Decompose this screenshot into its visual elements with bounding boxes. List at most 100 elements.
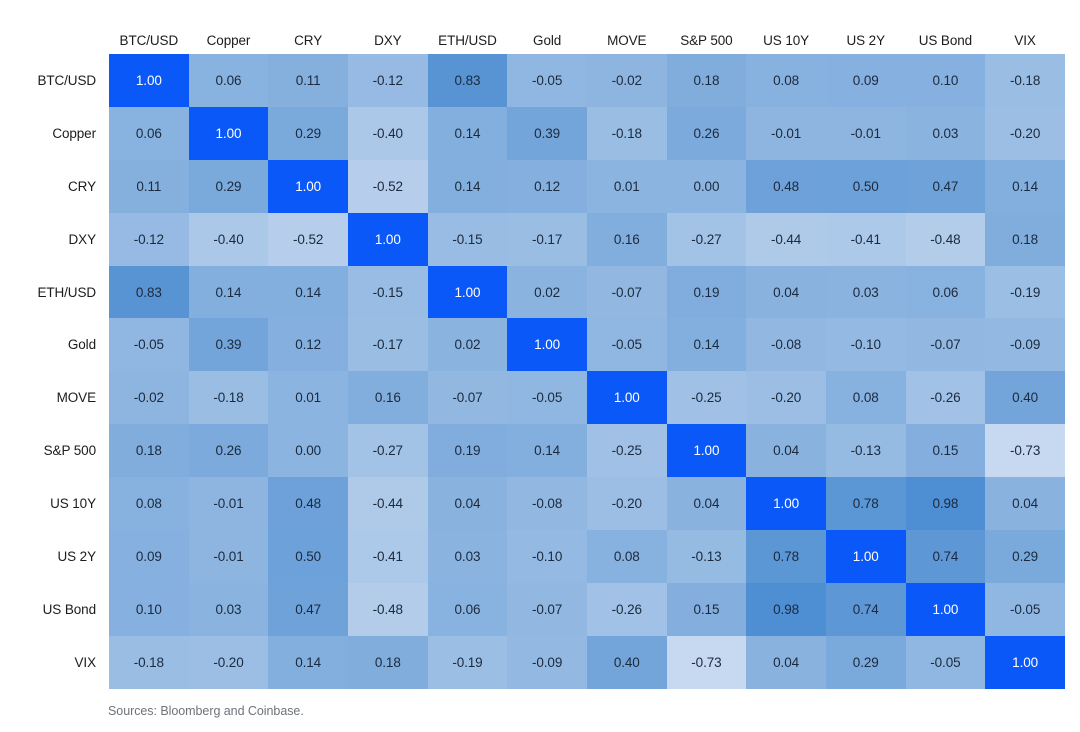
- matrix-cell: 0.14: [268, 635, 348, 689]
- matrix-cell: -0.05: [507, 371, 587, 425]
- matrix-cell: -0.18: [109, 635, 189, 689]
- matrix-cell: 0.50: [825, 159, 906, 213]
- matrix-cell: -0.05: [985, 582, 1065, 636]
- matrix-cell: -0.19: [985, 265, 1065, 319]
- source-caption: Sources: Bloomberg and Coinbase.: [108, 704, 304, 718]
- matrix-cell: -0.17: [347, 318, 428, 372]
- matrix-cell: 1.00: [985, 635, 1065, 689]
- matrix-cell: -0.25: [586, 424, 667, 478]
- matrix-cell: 0.18: [985, 212, 1065, 266]
- correlation-matrix-figure: BTC/USD Copper CRY DXY ETH/USD Gold MOVE S&P 50…: [0, 0, 1080, 732]
- row-header: BTC/USD: [0, 54, 109, 107]
- column-header: US Bond: [905, 8, 986, 54]
- matrix-cell: -0.12: [347, 54, 428, 107]
- matrix-cell: 0.29: [985, 530, 1065, 583]
- matrix-cell: -0.25: [666, 371, 747, 425]
- matrix-cell: 0.06: [109, 106, 189, 160]
- matrix-cell: 0.19: [666, 265, 747, 319]
- matrix-row: Gold -0.05 0.39 0.12 -0.17 0.02 1.00 -0.05 0.14-…: [0, 318, 1065, 372]
- matrix-header-row: BTC/USD Copper CRY DXY ETH/USD Gold MOVE S&P 50…: [0, 8, 1065, 54]
- matrix-cell: 1.00: [347, 212, 428, 266]
- row-header: US Bond: [0, 582, 109, 636]
- matrix-cell: 0.08: [109, 477, 189, 531]
- matrix-cell: 1.00: [188, 106, 269, 160]
- matrix-cell: 0.14: [985, 159, 1065, 213]
- matrix-cell: 0.74: [905, 530, 986, 583]
- matrix-cell: -0.07: [586, 265, 667, 319]
- matrix-cell: 0.29: [825, 635, 906, 689]
- matrix-cell: 0.15: [666, 582, 747, 636]
- matrix-cell: 0.00: [666, 159, 747, 213]
- matrix-cell: -0.52: [347, 159, 428, 213]
- matrix-cell: 0.08: [586, 530, 667, 583]
- matrix-cell: -0.07: [427, 371, 508, 425]
- matrix-cell: -0.73: [985, 424, 1065, 478]
- matrix-cell: 0.98: [746, 582, 826, 636]
- matrix-cell: -0.02: [586, 54, 667, 107]
- matrix-cell: -0.40: [347, 106, 428, 160]
- matrix-cell: -0.05: [507, 54, 587, 107]
- matrix-cell: -0.48: [905, 212, 986, 266]
- column-header: ETH/USD: [427, 8, 508, 54]
- matrix-cell: 0.02: [427, 318, 508, 372]
- matrix-cell: -0.09: [985, 318, 1065, 372]
- matrix-cell: 0.14: [666, 318, 747, 372]
- matrix-cell: 0.47: [268, 582, 348, 636]
- matrix-cell: -0.41: [825, 212, 906, 266]
- matrix-cell: 0.74: [825, 582, 906, 636]
- matrix-cell: -0.15: [427, 212, 508, 266]
- matrix-cell: -0.41: [347, 530, 428, 583]
- row-header: ETH/USD: [0, 265, 109, 319]
- matrix-cell: 0.47: [905, 159, 986, 213]
- matrix-cell: -0.19: [427, 635, 508, 689]
- matrix-cell: 0.09: [109, 530, 189, 583]
- row-header: Gold: [0, 318, 109, 372]
- row-header: CRY: [0, 159, 109, 213]
- matrix-cell: -0.05: [586, 318, 667, 372]
- matrix-cell: 0.04: [427, 477, 508, 531]
- matrix-cell: 0.50: [268, 530, 348, 583]
- correlation-matrix-table: BTC/USD Copper CRY DXY ETH/USD Gold MOVE S&P 50…: [0, 8, 1065, 689]
- matrix-cell: 1.00: [746, 477, 826, 531]
- matrix-cell: 0.48: [746, 159, 826, 213]
- matrix-cell: 0.11: [109, 159, 189, 213]
- matrix-cell: -0.07: [905, 318, 986, 372]
- matrix-row: US 10Y 0.08 -0.01 0.48 -0.44 0.04 -0.08 -0.20 0.…: [0, 477, 1065, 531]
- matrix-cell: -0.18: [188, 371, 269, 425]
- matrix-cell: 0.98: [905, 477, 986, 531]
- matrix-cell: -0.10: [825, 318, 906, 372]
- matrix-cell: -0.27: [666, 212, 747, 266]
- matrix-row: ETH/USD 0.83 0.14 0.14 -0.15 1.00 0.02 -0.07 0.1…: [0, 265, 1065, 319]
- matrix-cell: 0.08: [746, 54, 826, 107]
- matrix-row: S&P 500 0.18 0.26 0.00 -0.27 0.19 0.14 -0.25 1.0…: [0, 424, 1065, 478]
- matrix-row: BTC/USD 1.00 0.06 0.11 -0.12 0.83 -0.05 -0.02 0.…: [0, 54, 1065, 107]
- matrix-cell: 0.03: [825, 265, 906, 319]
- matrix-cell: 0.83: [427, 54, 508, 107]
- matrix-row: Copper 0.06 1.00 0.29 -0.40 0.14 0.39 -0.18 0.26…: [0, 106, 1065, 160]
- matrix-cell: 0.29: [268, 106, 348, 160]
- matrix-cell: -0.52: [268, 212, 348, 266]
- matrix-row: CRY 0.11 0.29 1.00 -0.52 0.14 0.12 0.01 0.00 0.48…: [0, 159, 1065, 213]
- matrix-cell: 0.14: [507, 424, 587, 478]
- row-header: Copper: [0, 106, 109, 160]
- matrix-cell: -0.01: [746, 106, 826, 160]
- matrix-cell: 1.00: [268, 159, 348, 213]
- matrix-cell: 0.01: [268, 371, 348, 425]
- matrix-cell: -0.09: [507, 635, 587, 689]
- row-header: MOVE: [0, 371, 109, 425]
- row-header: DXY: [0, 212, 109, 266]
- matrix-cell: 1.00: [427, 265, 508, 319]
- matrix-cell: -0.26: [905, 371, 986, 425]
- row-header: US 2Y: [0, 530, 109, 583]
- column-header: Gold: [507, 8, 587, 54]
- matrix-row: MOVE -0.02 -0.18 0.01 0.16 -0.07 -0.05 1.00 -0.2…: [0, 371, 1065, 425]
- matrix-cell: 1.00: [825, 530, 906, 583]
- matrix-cell: -0.73: [666, 635, 747, 689]
- matrix-cell: 0.03: [188, 582, 269, 636]
- matrix-cell: 0.08: [825, 371, 906, 425]
- column-header: BTC/USD: [109, 8, 189, 54]
- matrix-cell: 0.18: [109, 424, 189, 478]
- matrix-cell: 0.19: [427, 424, 508, 478]
- matrix-cell: -0.26: [586, 582, 667, 636]
- matrix-cell: 0.10: [905, 54, 986, 107]
